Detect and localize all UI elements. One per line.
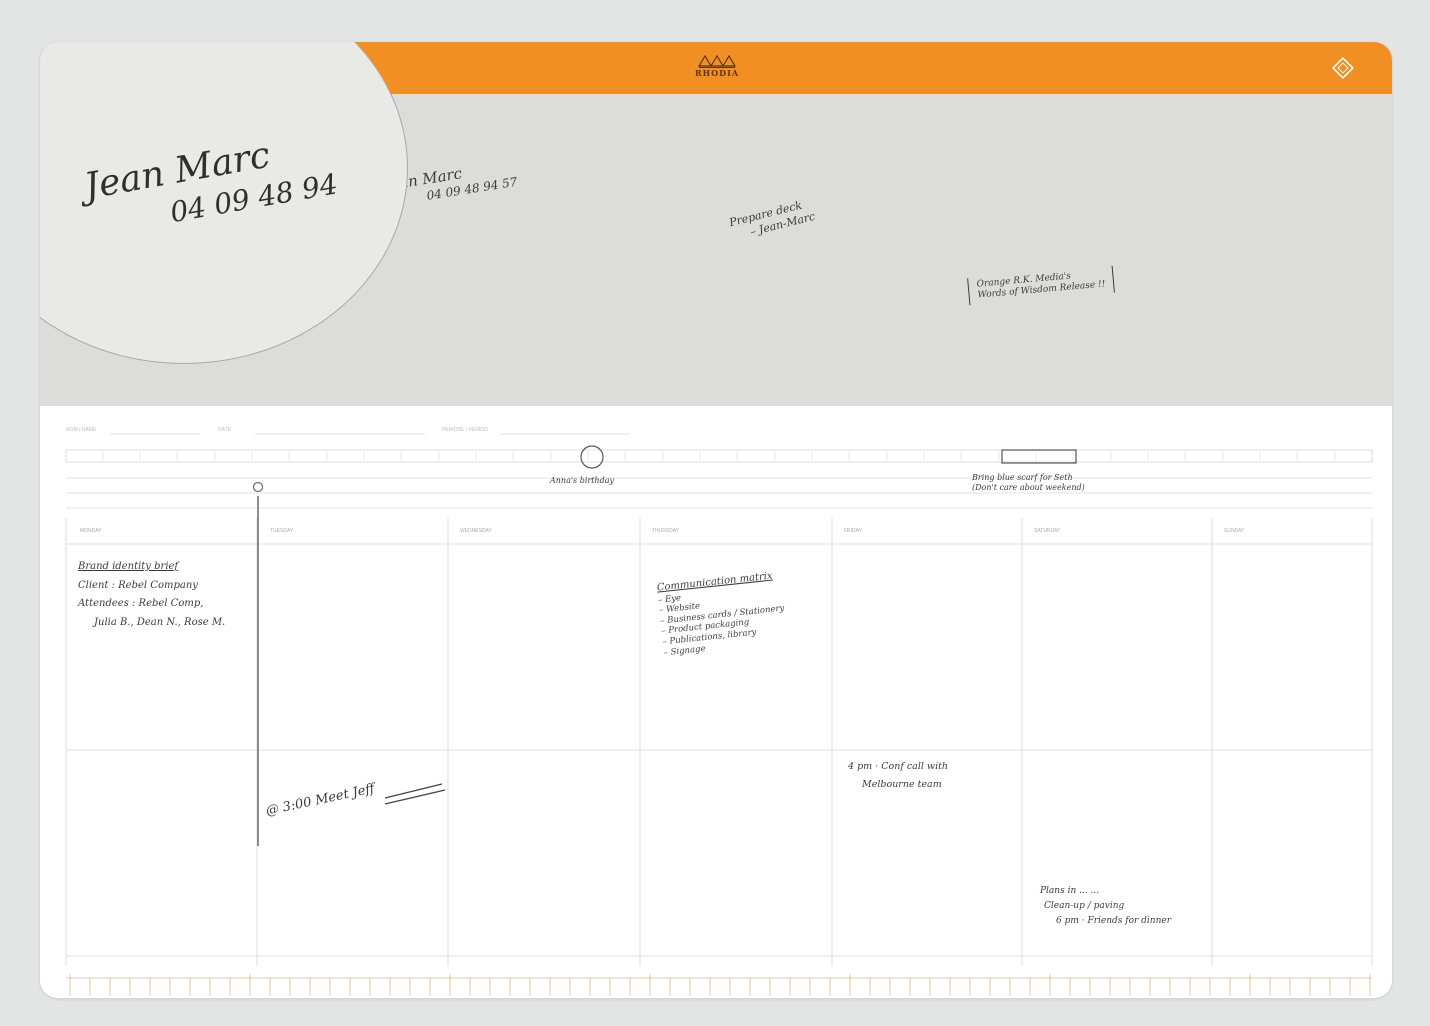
reminder-box-mark [1001, 449, 1077, 464]
schedule-grid [65, 433, 1373, 996]
plans-note: Plans in ... ... Clean-up / paving 6 pm … [1040, 884, 1171, 929]
conf-call-note: 4 pm · Conf call with Melbourne team [848, 758, 948, 794]
communication-matrix-note: Communication matrix – Eye – Website – B… [656, 570, 788, 659]
plans-line-2: Clean-up / paving [1044, 900, 1125, 911]
reminder-note: Bring blue scarf for Seth (Don't care ab… [972, 473, 1085, 493]
day-label-monday: MONDAY [80, 528, 102, 534]
brand-identity-note: Brand identity brief Client : Rebel Comp… [78, 558, 225, 632]
day-label-friday: FRIDAY [844, 528, 862, 534]
brand-attendees-2: Julia B., Dean N., Rose M. [94, 616, 226, 628]
brand-identity-title: Brand identity brief [78, 561, 179, 572]
day-label-tuesday: TUESDAY [270, 528, 294, 534]
plans-line-3: 6 pm · Friends for dinner [1056, 915, 1172, 926]
day-label-sunday: SUNDAY [1224, 528, 1245, 534]
fir-trees-icon [697, 55, 737, 68]
day-label-thursday: THURSDAY [652, 528, 680, 534]
bracket-note: Orange R.K. Media's Words of Wisdom Rele… [967, 265, 1115, 305]
reminder-line-1: Bring blue scarf for Seth [972, 473, 1073, 482]
day-label-wednesday: WEDNESDAY [460, 528, 492, 534]
desk-pad: RHODIA Jean Marc 04 09 48 94 57 Prepare … [40, 42, 1392, 998]
conf-call-line-1: 4 pm · Conf call with [848, 761, 949, 772]
reminder-line-2: (Don't care about weekend) [972, 483, 1085, 492]
day-label-saturday: SATURDAY [1034, 528, 1061, 534]
magnified-signature: Jean Marc 04 09 48 94 [81, 122, 340, 244]
diamond-badge-icon [1331, 56, 1355, 80]
plans-line-1: Plans in ... ... [1040, 886, 1100, 896]
conf-call-line-2: Melbourne team [862, 779, 942, 791]
weekly-schedule: NOM / NAME DATE PERIODE / PERIOD MONDAY … [40, 406, 1392, 998]
rhodia-logo: RHODIA [690, 55, 744, 85]
birthday-note: Anna's birthday [550, 476, 614, 485]
brand-client: Client : Rebel Company [78, 579, 198, 591]
birthday-circle-mark [580, 445, 604, 469]
prepare-deck-note: Prepare deck – Jean-Marc [728, 196, 817, 243]
brand-attendees: Attendees : Rebel Comp, [78, 598, 204, 609]
brand-name: RHODIA [694, 68, 740, 78]
